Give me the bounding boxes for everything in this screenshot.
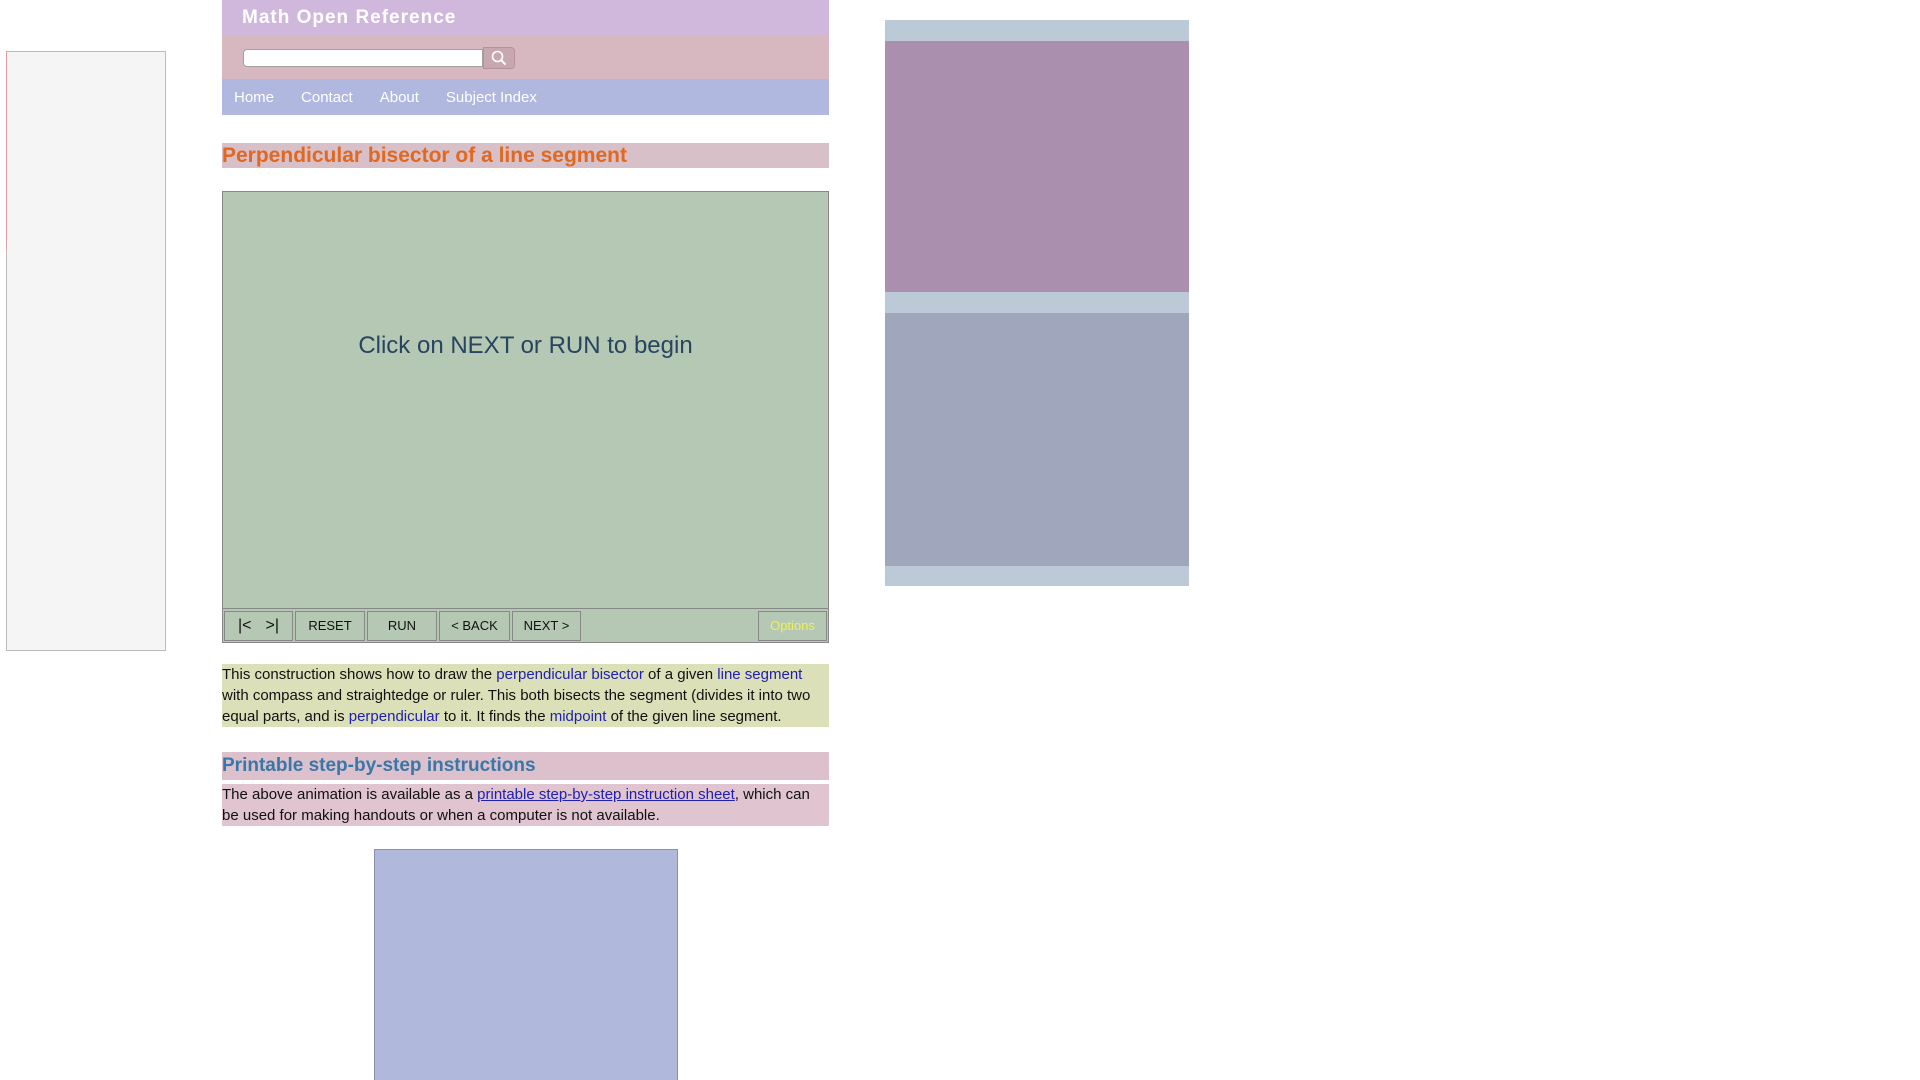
left-ad-placeholder[interactable]	[6, 51, 166, 651]
search-button[interactable]	[483, 46, 515, 69]
reset-button[interactable]: RESET	[295, 610, 365, 641]
nav-subject-index-link[interactable]: Subject Index	[446, 89, 537, 106]
first-step-button[interactable]: |<	[238, 617, 252, 635]
construction-applet[interactable]: Click on NEXT or RUN to begin |< >| RESE…	[222, 191, 829, 643]
printable-sheet-link[interactable]: printable step-by-step instruction sheet	[477, 786, 735, 803]
description-text: of a given	[643, 666, 718, 683]
site-header: Math Open Reference	[222, 0, 829, 36]
page-title: Perpendicular bisector of a line segment	[222, 143, 627, 167]
line-segment-link[interactable]: line segment	[717, 666, 802, 683]
nav-home-link[interactable]: Home	[234, 89, 274, 106]
description-paragraph: This construction shows how to draw the …	[222, 664, 829, 727]
next-button[interactable]: NEXT >	[512, 610, 581, 641]
nav-about-link[interactable]: About	[380, 89, 419, 106]
perpendicular-link[interactable]: perpendicular	[349, 708, 440, 725]
printable-heading: Printable step-by-step instructions	[222, 755, 536, 776]
bottom-ad-placeholder[interactable]	[374, 849, 678, 1080]
back-button[interactable]: < BACK	[439, 610, 510, 641]
applet-start-message: Click on NEXT or RUN to begin	[358, 332, 693, 359]
main-column: Math Open Reference Home Contact About S…	[222, 0, 829, 826]
perpendicular-bisector-link[interactable]: perpendicular bisector	[496, 666, 644, 683]
search-bar	[222, 36, 829, 79]
search-input[interactable]	[243, 48, 483, 67]
right-ad-bottom[interactable]	[885, 313, 1189, 566]
nav-bar: Home Contact About Subject Index	[222, 79, 829, 115]
run-button[interactable]: RUN	[367, 610, 437, 641]
applet-controls: |< >| RESET RUN < BACK NEXT > Options	[223, 608, 828, 642]
printable-heading-bar: Printable step-by-step instructions	[222, 752, 829, 780]
search-icon	[491, 50, 507, 65]
step-ends-controls: |< >|	[224, 610, 293, 641]
description-text: This construction shows how to draw the	[222, 666, 497, 683]
right-ad-top[interactable]	[885, 41, 1189, 292]
description-text: to it. It finds the	[439, 708, 550, 725]
printable-paragraph: The above animation is available as a pr…	[222, 784, 829, 826]
left-ad-edge	[6, 51, 7, 250]
description-text: of the given line segment.	[606, 708, 782, 725]
printable-text: The above animation is available as a	[222, 786, 478, 803]
options-button[interactable]: Options	[758, 610, 827, 641]
last-step-button[interactable]: >|	[266, 617, 280, 635]
nav-contact-link[interactable]: Contact	[301, 89, 353, 106]
site-title[interactable]: Math Open Reference	[242, 7, 456, 29]
right-ad-column	[885, 20, 1189, 586]
midpoint-link[interactable]: midpoint	[550, 708, 607, 725]
page: Math Open Reference Home Contact About S…	[0, 0, 1920, 1080]
page-title-bar: Perpendicular bisector of a line segment	[222, 143, 829, 168]
